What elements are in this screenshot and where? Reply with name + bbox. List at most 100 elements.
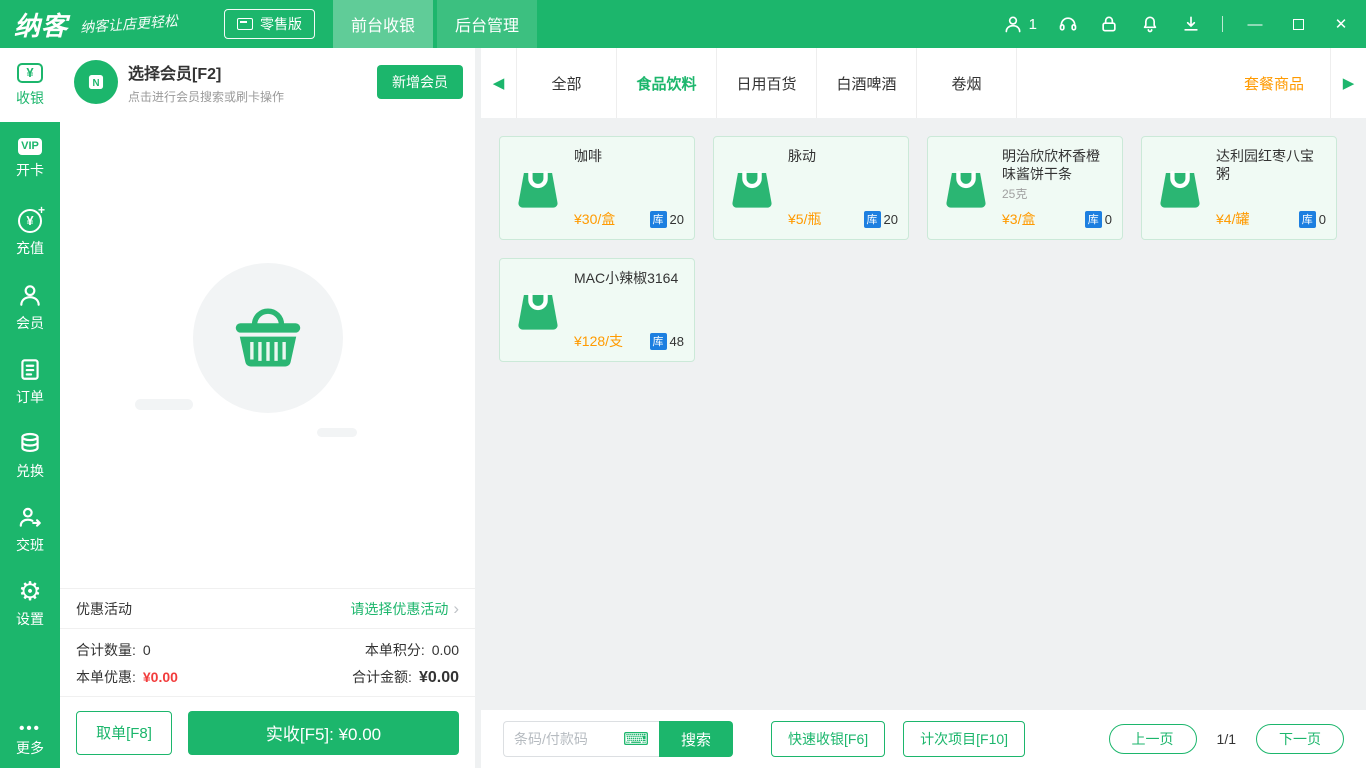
edition-label: 零售版 <box>260 16 303 32</box>
category-tab-daily-goods[interactable]: 日用百货 <box>717 48 817 118</box>
member-select-subtitle: 点击进行会员搜索或刷卡操作 <box>128 89 285 104</box>
download-icon[interactable] <box>1181 14 1201 34</box>
brand-slogan: 纳客让店更轻松 <box>79 12 179 36</box>
member-select-area[interactable]: N 选择会员[F2] 点击进行会员搜索或刷卡操作 新增会员 <box>60 48 475 116</box>
sidebar-item-more[interactable]: ••• 更多 <box>0 721 60 768</box>
product-card[interactable]: 明治欣欣杯香橙味酱饼干条 25克 ¥3/盒 库0 <box>927 136 1123 240</box>
sidebar-item-label: 充值 <box>16 239 44 256</box>
product-card[interactable]: 达利园红枣八宝粥 ¥4/罐 库0 <box>1141 136 1337 240</box>
bottom-bar: ⌨ 搜索 快速收银[F6] 计次项目[F10] 上一页 1/1 下一页 <box>481 710 1366 768</box>
search-button[interactable]: 搜索 <box>659 721 733 757</box>
sidebar-item-orders[interactable]: 订单 <box>0 344 60 418</box>
member-card-icon: N <box>74 60 118 104</box>
sidebar-item-shift[interactable]: 交班 <box>0 492 60 566</box>
add-member-button[interactable]: 新增会员 <box>377 65 463 99</box>
sidebar-item-cashier[interactable]: ¥ 收银 <box>0 48 60 122</box>
shopping-bag-icon <box>726 160 778 217</box>
bell-icon[interactable] <box>1140 14 1160 34</box>
cashier-icon: ¥ <box>17 62 43 83</box>
checkout-actions: 取单[F8] 实收[F5]: ¥0.00 <box>60 696 475 768</box>
product-card[interactable]: MAC小辣椒3164 ¥128/支 库 48 <box>499 258 695 362</box>
topbar-divider <box>1222 16 1223 32</box>
member-panel: N 选择会员[F2] 点击进行会员搜索或刷卡操作 新增会员 优惠活动 请选择优惠… <box>60 48 475 768</box>
sidebar-item-member[interactable]: 会员 <box>0 270 60 344</box>
category-tab-food-drink[interactable]: 食品饮料 <box>617 48 717 118</box>
product-bottom: ¥128/支 库 48 <box>574 331 684 351</box>
qty-label: 合计数量: <box>76 641 136 658</box>
product-stock: 库 20 <box>863 210 898 228</box>
plus-glyph: + <box>37 202 45 217</box>
product-bottom: ¥3/盒 库0 <box>1002 209 1112 229</box>
amount-value: ¥0.00 <box>418 668 459 686</box>
close-button[interactable]: ✕ <box>1330 13 1352 35</box>
product-card[interactable]: 咖啡 ¥30/盒 库 20 <box>499 136 695 240</box>
barcode-search-group: ⌨ 搜索 <box>503 721 733 757</box>
product-info: MAC小辣椒3164 ¥128/支 库 48 <box>574 269 684 351</box>
pay-button[interactable]: 实收[F5]: ¥0.00 <box>188 710 459 755</box>
category-scroll-right-button[interactable]: ▶ <box>1330 48 1366 118</box>
amount-label: 合计金额: <box>352 668 412 685</box>
app-window: 纳客 纳客让店更轻松 零售版 前台收银 后台管理 1 — ✕ ¥ 收银 VIP … <box>0 0 1366 768</box>
product-price: ¥3/盒 <box>1002 211 1036 227</box>
edition-button[interactable]: 零售版 <box>224 9 316 39</box>
decoration-cloud <box>134 399 193 411</box>
sidebar-item-settings[interactable]: ⚙ 设置 <box>0 566 60 640</box>
category-tab-cigarettes[interactable]: 卷烟 <box>917 48 1017 118</box>
member-select-title: 选择会员[F2] <box>128 65 222 83</box>
product-name: 明治欣欣杯香橙味酱饼干条 <box>1002 148 1100 183</box>
product-name: MAC小辣椒3164 <box>574 270 679 286</box>
product-info: 脉动 ¥5/瓶 库 20 <box>788 147 898 229</box>
sidebar-item-label: 兑换 <box>16 462 44 479</box>
category-tab-all[interactable]: 全部 <box>517 48 617 118</box>
yen-glyph: ¥ <box>26 65 34 80</box>
category-scroll-left-button[interactable]: ◀ <box>481 48 517 118</box>
product-card[interactable]: 脉动 ¥5/瓶 库 20 <box>713 136 909 240</box>
stock-badge-icon: 库 <box>1084 210 1102 228</box>
product-info: 明治欣欣杯香橙味酱饼干条 25克 ¥3/盒 库0 <box>1002 147 1112 229</box>
count-item-button[interactable]: 计次项目[F10] <box>903 721 1026 757</box>
points-label: 本单积分: <box>364 641 425 658</box>
empty-basket-illustration <box>192 262 343 413</box>
sidebar-item-label: 开卡 <box>16 162 44 178</box>
minimize-button[interactable]: — <box>1244 13 1266 35</box>
lock-icon[interactable] <box>1099 14 1119 34</box>
next-page-button[interactable]: 下一页 <box>1256 724 1344 754</box>
category-tab-liquor-beer[interactable]: 白酒啤酒 <box>817 48 917 118</box>
stock-count: 0 <box>1104 211 1112 227</box>
keyboard-icon[interactable]: ⌨ <box>623 730 649 748</box>
coins-icon <box>21 432 39 452</box>
promo-row: 优惠活动 请选择优惠活动 › <box>60 588 475 628</box>
topbar: 纳客 纳客让店更轻松 零售版 前台收银 后台管理 1 — ✕ <box>0 0 1366 48</box>
order-discount: 本单优惠: ¥0.00 <box>76 667 178 687</box>
tab-back-management[interactable]: 后台管理 <box>437 0 538 48</box>
chevron-right-icon: › <box>453 599 459 618</box>
quick-cashier-button[interactable]: 快速收银[F6] <box>771 721 886 757</box>
user-account[interactable]: 1 <box>1003 14 1037 34</box>
product-info: 咖啡 ¥30/盒 库 20 <box>574 147 684 229</box>
yen-glyph: ¥ <box>26 213 34 228</box>
hold-order-button[interactable]: 取单[F8] <box>76 710 172 755</box>
shift-change-icon <box>19 507 41 527</box>
user-icon <box>1005 16 1021 33</box>
order-list-icon <box>21 358 39 380</box>
combo-products-tab[interactable]: 套餐商品 <box>1218 48 1330 118</box>
pagination: 上一页 1/1 下一页 <box>1108 724 1344 754</box>
user-count: 1 <box>1028 15 1037 33</box>
shopping-bag-icon <box>940 160 992 217</box>
maximize-icon <box>1292 18 1304 30</box>
topbar-right: 1 — ✕ <box>1003 13 1352 35</box>
total-qty: 合计数量: 0 <box>76 640 151 660</box>
sidebar-item-exchange[interactable]: 兑换 <box>0 418 60 492</box>
maximize-button[interactable] <box>1287 13 1309 35</box>
product-bottom: ¥4/罐 库0 <box>1216 209 1326 229</box>
headset-icon[interactable] <box>1058 14 1078 34</box>
sidebar-item-open-card[interactable]: VIP 开卡 <box>0 122 60 196</box>
member-text: 选择会员[F2] 点击进行会员搜索或刷卡操作 <box>128 60 377 105</box>
sidebar-item-label: 订单 <box>16 388 44 405</box>
product-stock: 库 48 <box>649 332 684 350</box>
sidebar-item-recharge[interactable]: ¥ + 充值 <box>0 196 60 270</box>
select-promo-link[interactable]: 请选择优惠活动 › <box>350 599 459 619</box>
prev-page-button[interactable]: 上一页 <box>1108 724 1197 754</box>
tab-front-cashier[interactable]: 前台收银 <box>333 0 434 48</box>
sidebar: ¥ 收银 VIP 开卡 ¥ + 充值 会员 订单 兑换 交班 ⚙ 设置 ••• … <box>0 48 60 768</box>
